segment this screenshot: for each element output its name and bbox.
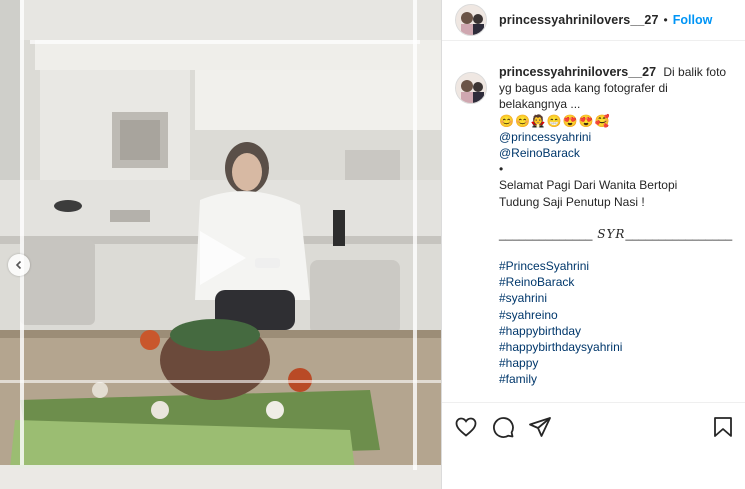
like-button[interactable] (454, 415, 478, 439)
follow-button[interactable]: Follow (673, 13, 713, 27)
separator-dot: • (663, 13, 668, 27)
caption-avatar[interactable] (455, 72, 487, 104)
post-username[interactable]: princessyahrinilovers__27 (499, 13, 659, 27)
caption-text: princessyahrinilovers__27 Di balik foto … (499, 64, 739, 388)
hashtag-link[interactable]: #ReinoBarack (499, 274, 739, 290)
caption-line-2: yg bagus ada kang fotografer di (499, 81, 668, 96)
hashtag-link[interactable]: #family (499, 371, 739, 387)
mention-link[interactable]: @ReinoBarack (499, 145, 739, 161)
share-button[interactable] (528, 415, 552, 439)
chevron-left-icon (15, 260, 22, 270)
hashtag-link[interactable]: #happy (499, 355, 739, 371)
hashtag-link[interactable]: #happybirthdaysyahrini (499, 339, 739, 355)
video-play-button[interactable] (190, 227, 252, 289)
caption-line-3: belakangnya ... (499, 97, 581, 112)
heart-icon (455, 417, 477, 437)
caption-bullet: • (499, 162, 504, 177)
signature-text: SYR (592, 226, 626, 241)
signature-rule-left: ______________ (499, 226, 593, 241)
hashtag-link[interactable]: #syahrini (499, 290, 739, 306)
caption-section: princessyahrinilovers__27 Di balik foto … (442, 64, 745, 399)
caption-line-1: Di balik foto (663, 65, 727, 79)
caption-row: princessyahrinilovers__27 Di balik foto … (455, 64, 745, 388)
signature-rule-right: ________________ (625, 226, 733, 241)
save-button[interactable] (711, 415, 735, 439)
signature-line: ______________ SYR________________ (499, 226, 739, 242)
hashtag-link[interactable]: #happybirthday (499, 323, 739, 339)
hashtag-link[interactable]: #syahreino (499, 307, 739, 323)
previous-arrow-button[interactable] (8, 254, 30, 276)
avatar[interactable] (455, 4, 487, 36)
greeting-line-2: Tudung Saji Penutup Nasi ! (499, 194, 645, 209)
comment-icon (493, 417, 514, 438)
post-media[interactable] (0, 0, 441, 489)
caption-username[interactable]: princessyahrinilovers__27 (499, 65, 656, 79)
greeting-line-1: Selamat Pagi Dari Wanita Bertopi (499, 178, 678, 193)
play-icon (200, 231, 246, 285)
caption-emojis: 😊😊🧛😁😍😍🥰 (499, 113, 611, 128)
post-side-panel: princessyahrinilovers__27 • Follow princ… (442, 0, 745, 489)
hashtag-link[interactable]: #PrincesSyahrini (499, 258, 739, 274)
action-bar (442, 402, 745, 452)
bookmark-icon (714, 417, 732, 437)
comment-button[interactable] (491, 415, 515, 439)
post-header: princessyahrinilovers__27 • Follow (442, 0, 745, 41)
send-icon (529, 417, 551, 437)
mention-link[interactable]: @princessyahrini (499, 129, 739, 145)
